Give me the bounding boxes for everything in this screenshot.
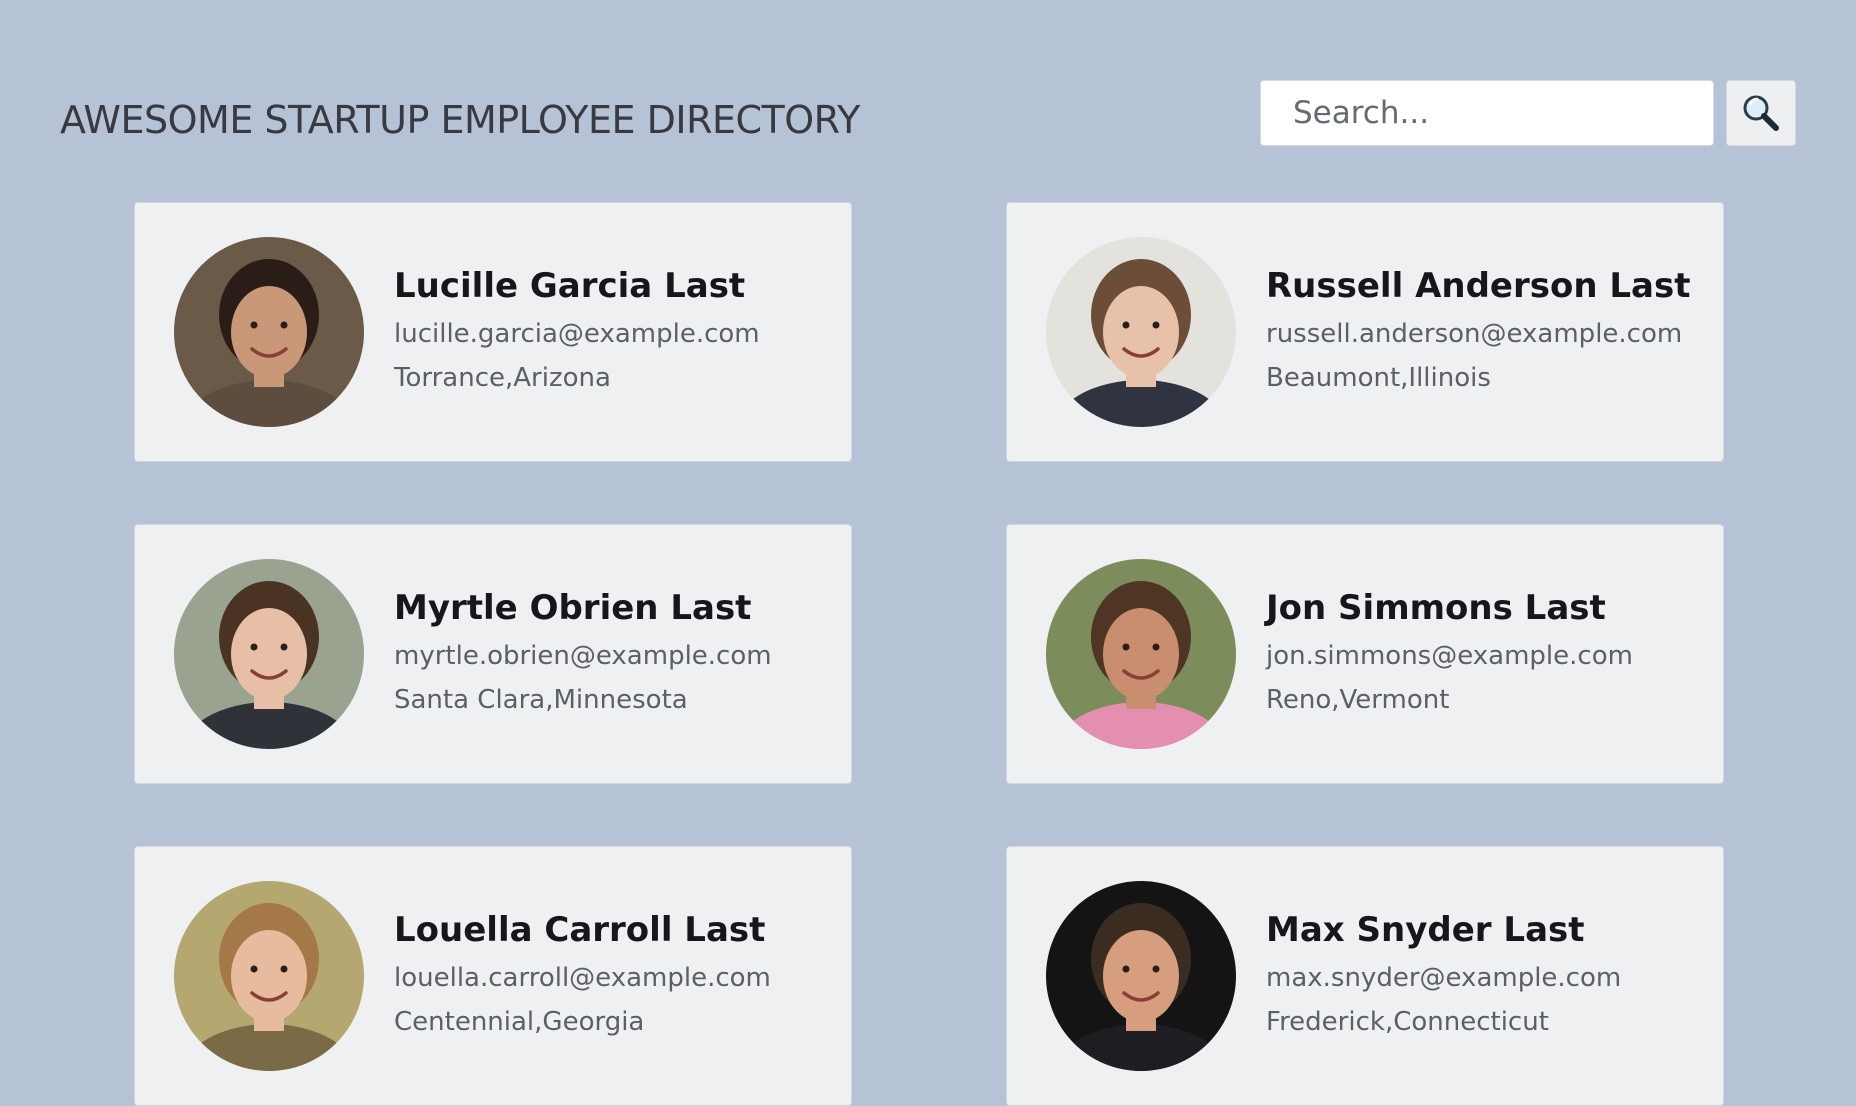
employee-location: Reno,Vermont (1266, 684, 1450, 715)
employee-card[interactable]: Jon Simmons Last jon.simmons@example.com… (1006, 524, 1724, 784)
employee-location: Centennial,Georgia (394, 1006, 645, 1037)
employee-name: Lucille Garcia Last (394, 265, 746, 306)
employee-avatar (1046, 559, 1236, 749)
employee-card[interactable]: Louella Carroll Last louella.carroll@exa… (134, 846, 852, 1106)
employee-email: jon.simmons@example.com (1266, 640, 1633, 671)
employee-avatar (1046, 237, 1236, 427)
employee-name: Russell Anderson Last (1266, 265, 1691, 306)
employee-card[interactable]: Max Snyder Last max.snyder@example.com F… (1006, 846, 1724, 1106)
employee-avatar (174, 237, 364, 427)
employee-name: Louella Carroll Last (394, 909, 766, 950)
page-title: AWESOME STARTUP EMPLOYEE DIRECTORY (60, 98, 860, 142)
employee-avatar (174, 881, 364, 1071)
employee-name: Max Snyder Last (1266, 909, 1585, 950)
employee-name: Myrtle Obrien Last (394, 587, 752, 628)
magnifying-glass-icon (1743, 95, 1779, 131)
employee-gallery: Lucille Garcia Last lucille.garcia@examp… (134, 202, 1724, 1106)
employee-location: Frederick,Connecticut (1266, 1006, 1549, 1037)
search-button[interactable] (1726, 80, 1796, 146)
search-form (1260, 80, 1796, 146)
employee-card[interactable]: Russell Anderson Last russell.anderson@e… (1006, 202, 1724, 462)
employee-email: max.snyder@example.com (1266, 962, 1622, 993)
employee-card[interactable]: Myrtle Obrien Last myrtle.obrien@example… (134, 524, 852, 784)
employee-name: Jon Simmons Last (1266, 587, 1606, 628)
employee-avatar (1046, 881, 1236, 1071)
employee-email: myrtle.obrien@example.com (394, 640, 772, 671)
employee-location: Torrance,Arizona (394, 362, 611, 393)
employee-email: lucille.garcia@example.com (394, 318, 760, 349)
employee-location: Beaumont,Illinois (1266, 362, 1491, 393)
employee-card[interactable]: Lucille Garcia Last lucille.garcia@examp… (134, 202, 852, 462)
employee-email: russell.anderson@example.com (1266, 318, 1683, 349)
search-input[interactable] (1260, 80, 1714, 146)
employee-avatar (174, 559, 364, 749)
employee-email: louella.carroll@example.com (394, 962, 771, 993)
employee-location: Santa Clara,Minnesota (394, 684, 688, 715)
